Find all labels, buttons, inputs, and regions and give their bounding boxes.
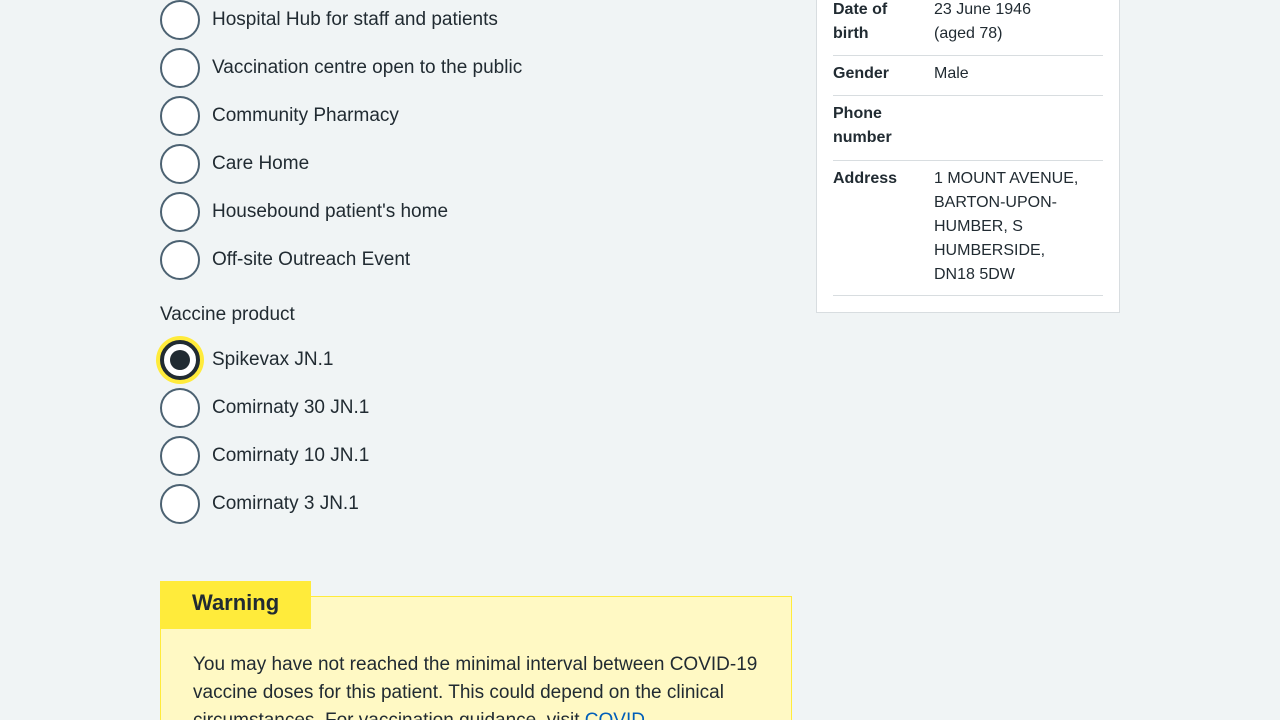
radio-button[interactable] xyxy=(160,388,200,428)
gender-value: Male xyxy=(934,65,969,82)
radio-label[interactable]: Comirnaty 10 JN.1 xyxy=(212,444,369,468)
summary-row-address: Address 1 MOUNT AVENUE, BARTON-UPON-HUMB… xyxy=(833,161,1103,296)
radio-option-hospital-hub[interactable]: Hospital Hub for staff and patients xyxy=(160,0,498,40)
radio-label[interactable]: Vaccination centre open to the public xyxy=(212,56,522,80)
radio-option-comirnaty-30-jn1[interactable]: Comirnaty 30 JN.1 xyxy=(160,388,369,428)
warning-body: You may have not reached the minimal int… xyxy=(193,651,763,720)
dob-value: 23 June 1946 (aged 78) xyxy=(934,0,1094,46)
radio-option-comirnaty-10-jn1[interactable]: Comirnaty 10 JN.1 xyxy=(160,436,369,476)
radio-option-housebound[interactable]: Housebound patient's home xyxy=(160,192,448,232)
gender-key: Gender xyxy=(833,65,890,82)
phone-key: Phone number xyxy=(833,105,892,146)
vaccine-product-legend: Vaccine product xyxy=(160,304,295,325)
radio-label[interactable]: Off-site Outreach Event xyxy=(212,248,410,272)
radio-label[interactable]: Hospital Hub for staff and patients xyxy=(212,8,498,32)
radio-button[interactable] xyxy=(160,240,200,280)
radio-label[interactable]: Housebound patient's home xyxy=(212,200,448,224)
radio-label[interactable]: Community Pharmacy xyxy=(212,104,399,128)
radio-option-care-home[interactable]: Care Home xyxy=(160,144,309,184)
dob-date: 23 June 1946 xyxy=(934,1,1031,18)
radio-button[interactable] xyxy=(160,436,200,476)
radio-option-vaccination-centre[interactable]: Vaccination centre open to the public xyxy=(160,48,522,88)
radio-option-outreach-event[interactable]: Off-site Outreach Event xyxy=(160,240,410,280)
radio-label[interactable]: Comirnaty 3 JN.1 xyxy=(212,492,359,516)
radio-button[interactable] xyxy=(160,96,200,136)
radio-option-comirnaty-3-jn1[interactable]: Comirnaty 3 JN.1 xyxy=(160,484,359,524)
radio-option-spikevax-jn1[interactable]: Spikevax JN.1 xyxy=(160,340,333,380)
radio-label[interactable]: Spikevax JN.1 xyxy=(212,348,333,372)
address-value: 1 MOUNT AVENUE, BARTON-UPON-HUMBER, S HU… xyxy=(934,170,1079,283)
radio-option-community-pharmacy[interactable]: Community Pharmacy xyxy=(160,96,399,136)
radio-label[interactable]: Comirnaty 30 JN.1 xyxy=(212,396,369,420)
radio-button[interactable] xyxy=(160,144,200,184)
address-key: Address xyxy=(833,170,898,187)
radio-button[interactable] xyxy=(160,192,200,232)
covid-guidance-link[interactable]: COVID xyxy=(585,710,645,720)
radio-label[interactable]: Care Home xyxy=(212,152,309,176)
radio-button[interactable] xyxy=(160,48,200,88)
dob-age: (aged 78) xyxy=(934,25,1003,42)
warning-text: You may have not reached the minimal int… xyxy=(193,654,758,720)
dob-key: Date of birth xyxy=(833,1,888,42)
warning-heading: Warning xyxy=(160,581,312,629)
summary-row-phone: Phone number xyxy=(833,96,1103,161)
radio-button[interactable] xyxy=(160,484,200,524)
page: Hospital Hub for staff and patients Vacc… xyxy=(0,0,1280,720)
summary-row-gender: Gender Male xyxy=(833,56,1103,96)
radio-button[interactable] xyxy=(160,0,200,40)
summary-row-dob: Date of birth 23 June 1946 (aged 78) xyxy=(833,0,1103,56)
radio-button-selected[interactable] xyxy=(160,340,200,380)
